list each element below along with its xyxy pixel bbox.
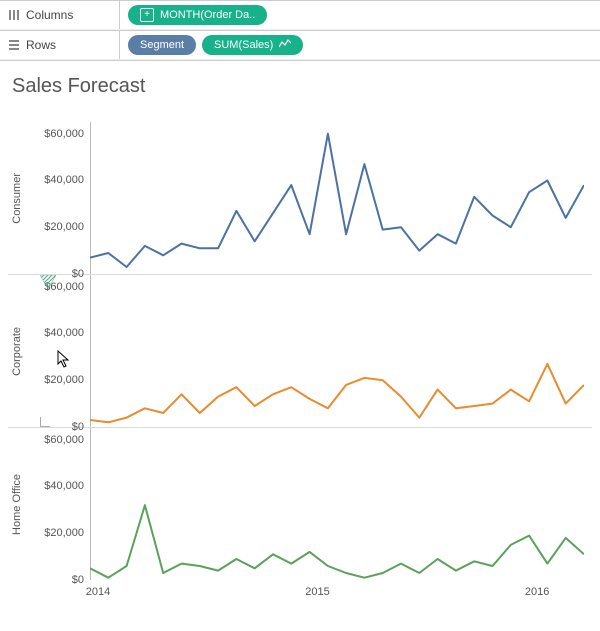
shelves: Columns + MONTH(Order Da.. Rows Segment … (0, 0, 600, 61)
plot-area[interactable] (90, 122, 592, 274)
plot-area[interactable] (90, 428, 592, 580)
y-axis: $60,000$40,000$20,000$0 (26, 275, 90, 427)
y-tick: $20,000 (44, 221, 84, 233)
expand-icon: + (140, 8, 154, 22)
x-axis: 201420152016 (98, 580, 592, 616)
segment-label: Consumer (8, 122, 26, 274)
columns-shelf-label: Columns (0, 1, 120, 29)
y-tick: $0 (72, 574, 84, 586)
series-line (90, 364, 584, 422)
y-tick: $40,000 (44, 174, 84, 186)
crop-mark-icon (40, 415, 52, 427)
series-line (90, 134, 584, 267)
rows-pill-sales[interactable]: SUM(Sales) (202, 35, 303, 55)
panel-home-office: Home Office$60,000$40,000$20,000$0 (8, 427, 592, 580)
y-tick: $60,000 (44, 128, 84, 140)
columns-pill-month[interactable]: + MONTH(Order Da.. (128, 5, 267, 25)
y-axis: $60,000$40,000$20,000$0 (26, 122, 90, 274)
line-chart (90, 122, 584, 274)
viz-area: Consumer $60,000 $40,000 $20,000 $0 Corporate… (0, 104, 600, 616)
rows-pill-segment[interactable]: Segment (128, 35, 196, 55)
x-tick: 2014 (86, 586, 110, 598)
x-tick: 2016 (525, 586, 549, 598)
rows-shelf-label: Rows (0, 31, 120, 59)
chart-title: Sales Forecast (0, 61, 600, 104)
line-chart (90, 275, 584, 427)
plot-area[interactable] (90, 275, 592, 427)
segment-label: Home Office (8, 428, 26, 580)
y-tick: $60,000 (44, 434, 84, 446)
pill-label: SUM(Sales) (214, 39, 273, 51)
pill-label: MONTH(Order Da.. (160, 9, 255, 21)
panel-consumer: Consumer$60,000$40,000$20,000$0 (8, 122, 592, 274)
rows-icon (8, 39, 20, 51)
pill-label: Segment (140, 39, 184, 51)
rows-shelf[interactable]: Rows Segment SUM(Sales) (0, 30, 600, 60)
forecast-icon (279, 39, 291, 52)
y-tick: $20,000 (44, 527, 84, 539)
columns-shelf[interactable]: Columns + MONTH(Order Da.. (0, 0, 600, 30)
segment-label: Corporate (8, 275, 26, 427)
panel-corporate: Corporate$60,000$40,000$20,000$0 (8, 274, 592, 427)
y-tick: $40,000 (44, 480, 84, 492)
columns-label-text: Columns (26, 8, 73, 22)
rows-label-text: Rows (26, 38, 56, 52)
columns-icon (8, 9, 20, 21)
x-tick: 2015 (305, 586, 329, 598)
line-chart (90, 428, 584, 580)
y-tick: $40,000 (44, 327, 84, 339)
series-line (90, 505, 584, 578)
y-tick: $20,000 (44, 374, 84, 386)
forecast-indicator-icon (40, 275, 56, 289)
y-axis: $60,000$40,000$20,000$0 (26, 428, 90, 580)
